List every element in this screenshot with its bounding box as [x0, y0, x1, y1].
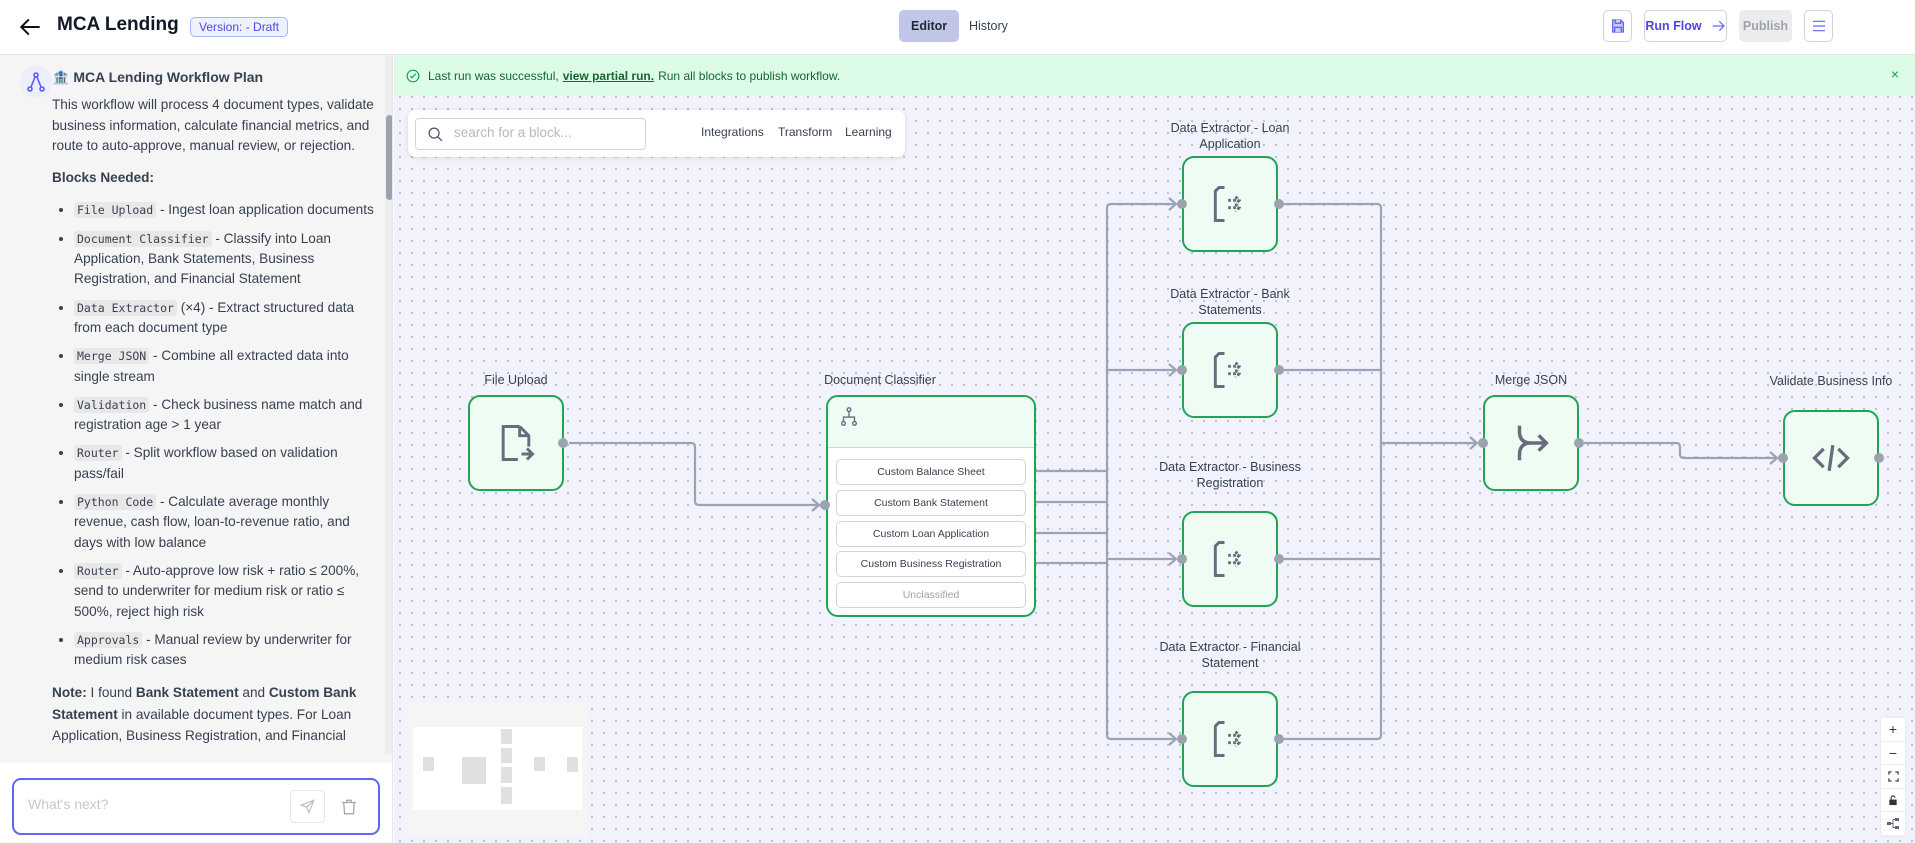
tab-integrations[interactable]: Integrations	[701, 125, 764, 139]
node-data-extractor-bank[interactable]	[1182, 322, 1278, 418]
node-merge-json[interactable]	[1483, 395, 1579, 491]
output-port[interactable]	[1274, 199, 1284, 209]
code-icon	[1812, 444, 1850, 472]
lock-button[interactable]	[1881, 789, 1905, 813]
block-search-input[interactable]	[454, 125, 634, 140]
tab-learning[interactable]: Learning	[845, 125, 892, 139]
node-label: File Upload	[484, 373, 548, 387]
block-search-box	[415, 118, 646, 150]
search-icon	[428, 127, 443, 142]
check-circle-icon	[406, 69, 420, 82]
minimap-node	[501, 729, 512, 744]
node-label: Data Extractor - Loan Application	[1170, 121, 1290, 151]
node-label: Data Extractor - Business Registration	[1159, 460, 1301, 490]
minimap-node	[462, 757, 486, 784]
node-label: Validate Business Info	[1769, 374, 1893, 388]
file-upload-icon	[501, 425, 535, 461]
node-label: Data Extractor - Financial Statement	[1159, 640, 1301, 670]
run-status-banner: Last run was successful, view partial ru…	[394, 55, 1915, 96]
minimap-node	[501, 748, 512, 763]
layout-icon	[1887, 818, 1899, 830]
fit-view-icon	[1887, 771, 1899, 782]
minimap-viewport	[413, 727, 582, 810]
data-extractor-icon	[1213, 721, 1242, 757]
tab-transform[interactable]: Transform	[778, 125, 832, 139]
classifier-icon	[840, 407, 858, 426]
fit-view-button[interactable]	[1881, 765, 1905, 789]
output-port[interactable]	[1574, 438, 1584, 448]
node-data-extractor-business[interactable]	[1182, 511, 1278, 607]
node-file-upload[interactable]	[468, 395, 564, 491]
output-port[interactable]	[1274, 554, 1284, 564]
zoom-in-button[interactable]: +	[1881, 718, 1905, 742]
block-search-panel: Integrations Transform Learning	[408, 110, 905, 157]
banner-text: Last run was successful,	[428, 68, 559, 83]
classifier-option[interactable]: Custom Business Registration	[836, 551, 1026, 577]
output-port[interactable]	[1274, 365, 1284, 375]
zoom-controls: + −	[1881, 718, 1905, 836]
merge-icon	[1517, 425, 1549, 461]
minimap-node	[567, 757, 578, 772]
input-port[interactable]	[820, 500, 830, 510]
output-port[interactable]	[1874, 453, 1884, 463]
minimap-node	[501, 767, 512, 783]
classifier-option[interactable]: Custom Bank Statement	[836, 490, 1026, 516]
input-port[interactable]	[1778, 453, 1788, 463]
view-partial-run-link[interactable]: view partial run.	[563, 69, 654, 83]
minimap[interactable]	[407, 702, 588, 837]
node-validate-business-info[interactable]	[1783, 410, 1879, 506]
data-extractor-icon	[1213, 352, 1242, 388]
plus-icon: +	[1888, 721, 1898, 738]
output-port[interactable]	[1274, 734, 1284, 744]
node-label: Document Classifier	[824, 373, 936, 387]
input-port[interactable]	[1177, 199, 1187, 209]
classifier-option[interactable]: Custom Balance Sheet	[836, 459, 1026, 485]
data-extractor-icon	[1213, 186, 1242, 222]
input-port[interactable]	[1177, 365, 1187, 375]
classifier-option[interactable]: Custom Loan Application	[836, 521, 1026, 547]
edge	[569, 441, 820, 507]
node-label: Merge JSON	[1494, 373, 1568, 387]
banner-text: Run all blocks to publish workflow.	[658, 68, 841, 83]
input-port[interactable]	[1478, 438, 1488, 448]
minimap-node	[423, 757, 434, 771]
edge	[1284, 202, 1477, 741]
node-data-extractor-financial[interactable]	[1182, 691, 1278, 787]
node-data-extractor-loan[interactable]	[1182, 156, 1278, 252]
edge	[1584, 441, 1777, 460]
output-port[interactable]	[558, 438, 568, 448]
close-banner-icon[interactable]: ×	[1891, 66, 1899, 82]
node-label: Data Extractor - Bank Statements	[1170, 287, 1290, 317]
node-document-classifier[interactable]: Custom Balance Sheet Custom Bank Stateme…	[826, 395, 1036, 617]
classifier-header	[828, 397, 1034, 448]
input-port[interactable]	[1177, 554, 1187, 564]
data-extractor-icon	[1213, 541, 1242, 577]
edge	[1036, 469, 1107, 565]
input-port[interactable]	[1177, 734, 1187, 744]
layout-button[interactable]	[1881, 812, 1905, 836]
classifier-option[interactable]: Unclassified	[836, 582, 1026, 608]
minimap-node	[534, 757, 545, 771]
zoom-out-button[interactable]: −	[1881, 742, 1905, 766]
minimap-node	[501, 787, 512, 804]
minus-icon: −	[1888, 744, 1898, 761]
lock-icon	[1889, 794, 1897, 805]
